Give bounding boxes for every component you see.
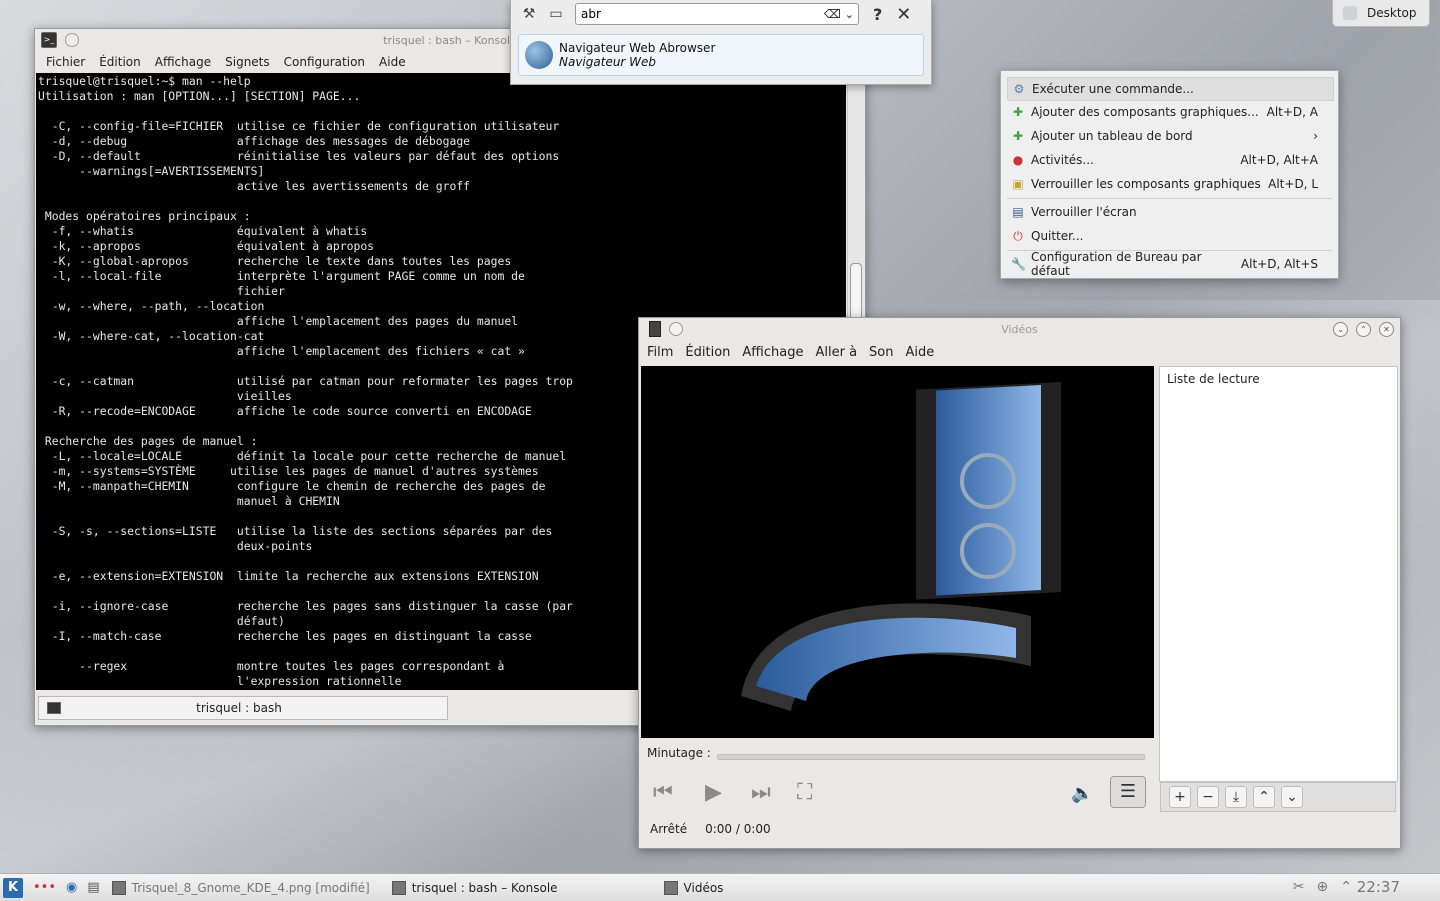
scrollbar-thumb[interactable]	[850, 263, 862, 325]
chevron-right-icon: ›	[1313, 129, 1318, 143]
settings-icon[interactable]: ⚒	[520, 5, 538, 23]
menu-signets[interactable]: Signets	[218, 55, 277, 69]
image-icon	[111, 880, 126, 895]
menu-edition[interactable]: Édition	[679, 345, 736, 360]
menu-item-quitter[interactable]: ⏻ Quitter...	[1007, 225, 1332, 247]
menu-affichage[interactable]: Affichage	[736, 345, 809, 360]
videos-menubar: Film Édition Affichage Aller à Son Aide	[639, 340, 1400, 364]
task-videos[interactable]: Vidéos	[663, 874, 723, 901]
remove-icon[interactable]: −	[1197, 786, 1219, 808]
kde-menu-icon[interactable]: K	[3, 877, 23, 898]
video-area[interactable]	[641, 366, 1154, 738]
menu-aide[interactable]: Aide	[372, 55, 413, 69]
menu-item-ajouter-tableau[interactable]: ✚ Ajouter un tableau de bord ›	[1007, 125, 1332, 147]
chevron-down-icon[interactable]: ⌄	[845, 8, 854, 21]
desktop-context-menu: ⚙ Exécuter une commande... ✚ Ajouter des…	[1000, 70, 1339, 279]
menu-item-verrouiller-composants[interactable]: ▣ Verrouiller les composants graphiques …	[1007, 173, 1332, 195]
volume-icon[interactable]: 🔈	[1071, 783, 1093, 804]
fullscreen-icon[interactable]: ⛶	[797, 780, 812, 805]
time-display: 0:00 / 0:00	[705, 822, 771, 836]
desktop-button[interactable]: Desktop	[1332, 0, 1430, 27]
videos-titlebar[interactable]: Vidéos ⌄ ⌃ ✕	[639, 318, 1400, 340]
activity-icon[interactable]: ▭	[547, 5, 565, 23]
krunner: ⚒ ▭ ⌫ ⌄ ? ✕ Navigateur Web Abrowser Navi…	[510, 0, 932, 85]
close-icon[interactable]: ✕	[896, 4, 911, 25]
wrench-icon: 🔧	[1011, 257, 1026, 271]
menu-son[interactable]: Son	[863, 345, 899, 360]
desktop-icon	[1343, 6, 1357, 20]
save-icon[interactable]: ⤓	[1225, 786, 1247, 808]
result-subtitle: Navigateur Web	[559, 55, 657, 69]
tray-expand-icon[interactable]: ⌃	[1340, 879, 1352, 895]
activities-icon: ●	[1012, 153, 1024, 167]
menu-film[interactable]: Film	[641, 345, 679, 360]
plus-icon: ✚	[1012, 129, 1024, 143]
menu-item-executer[interactable]: ⚙ Exécuter une commande...	[1007, 77, 1334, 101]
menu-item-configuration[interactable]: 🔧 Configuration de Bureau par défaut Alt…	[1007, 250, 1332, 278]
activities-icon[interactable]: •••	[33, 880, 56, 895]
result-title: Navigateur Web Abrowser	[559, 41, 716, 55]
menu-aide[interactable]: Aide	[900, 345, 941, 360]
videos-title: Vidéos	[1001, 322, 1038, 336]
krunner-result[interactable]: Navigateur Web Abrowser Navigateur Web	[518, 34, 924, 76]
minutage-label: Minutage :	[647, 746, 711, 760]
status-text: Arrêté	[650, 822, 688, 836]
browser-icon	[525, 41, 553, 69]
move-down-icon[interactable]: ⌄	[1281, 786, 1303, 808]
playlist-panel[interactable]: Liste de lecture	[1159, 366, 1398, 782]
videos-window: Vidéos ⌄ ⌃ ✕ Film Édition Affichage Alle…	[638, 317, 1401, 849]
menu-edition[interactable]: Édition	[92, 55, 148, 69]
add-icon[interactable]: +	[1169, 786, 1191, 808]
network-icon[interactable]: ⊕	[1317, 879, 1329, 895]
status-bar: Arrêté 0:00 / 0:00	[650, 822, 771, 836]
task-konsole[interactable]: trisquel : bash – Konsole	[391, 874, 558, 901]
menu-aller-a[interactable]: Aller à	[809, 345, 863, 360]
playlist-header: Liste de lecture	[1167, 372, 1260, 386]
playlist-toolbar: + − ⤓ ⌃ ⌄	[1160, 782, 1396, 812]
menu-affichage[interactable]: Affichage	[148, 55, 218, 69]
file-manager-icon[interactable]: ▤	[87, 880, 99, 895]
minimize-icon[interactable]: ⌄	[1333, 322, 1348, 337]
task-image[interactable]: Trisquel_8_Gnome_KDE_4.png [modifié]	[111, 874, 370, 901]
clock[interactable]: 22:37	[1357, 878, 1400, 896]
konsole-tab[interactable]: trisquel : bash	[38, 696, 448, 720]
menu-configuration[interactable]: Configuration	[277, 55, 372, 69]
system-tray: ✂ ⊕ ⌃	[1293, 879, 1352, 895]
film-icon	[663, 880, 678, 895]
screen-lock-icon: ▤	[1012, 205, 1024, 219]
menu-item-verrouiller-ecran[interactable]: ▤ Verrouiller l'écran	[1007, 201, 1332, 223]
menu-fichier[interactable]: Fichier	[39, 55, 92, 69]
terminal-icon	[391, 880, 406, 895]
play-icon[interactable]: ▶	[705, 780, 722, 805]
plus-icon: ✚	[1012, 105, 1024, 119]
power-icon: ⏻	[1013, 229, 1023, 243]
krunner-search-box[interactable]: ⌫ ⌄	[575, 3, 859, 25]
menu-separator	[1007, 198, 1332, 199]
konsole-tab-label: trisquel : bash	[196, 701, 282, 715]
film-reel-logo	[741, 381, 1061, 711]
playback-controls: ⏮ ▶ ⏭ ⛶ 🔈 ☰	[647, 774, 1153, 814]
move-up-icon[interactable]: ⌃	[1253, 786, 1275, 808]
lock-icon: ▣	[1012, 177, 1024, 191]
help-icon[interactable]: ?	[873, 5, 882, 24]
seek-bar[interactable]	[717, 754, 1145, 760]
scissors-icon[interactable]: ✂	[1293, 879, 1305, 895]
playlist-toggle-icon[interactable]: ☰	[1110, 776, 1146, 808]
close-icon[interactable]: ✕	[1379, 322, 1394, 337]
terminal-tab-icon	[47, 702, 61, 714]
desktop-label: Desktop	[1367, 6, 1417, 20]
krunner-search-input[interactable]	[576, 6, 824, 22]
next-icon[interactable]: ⏭	[751, 780, 771, 805]
previous-icon[interactable]: ⏮	[653, 780, 673, 805]
taskbar: K ••• ◉ ▤ Trisquel_8_Gnome_KDE_4.png [mo…	[0, 873, 1440, 901]
maximize-icon[interactable]: ⌃	[1356, 322, 1371, 337]
menu-item-ajouter-composants[interactable]: ✚ Ajouter des composants graphiques... A…	[1007, 101, 1332, 123]
run-icon: ⚙	[1013, 82, 1025, 96]
menu-item-activites[interactable]: ● Activités... Alt+D, Alt+A	[1007, 149, 1332, 171]
browser-icon[interactable]: ◉	[66, 880, 77, 895]
clear-icon[interactable]: ⌫	[824, 7, 841, 21]
